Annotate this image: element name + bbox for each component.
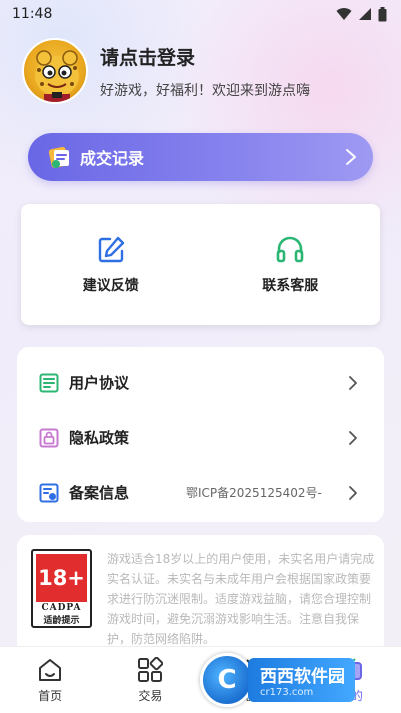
- profile-text[interactable]: 请点击登录 好游戏，好福利！欢迎来到游点嗨: [100, 43, 310, 100]
- menu-item-label: 用户协议: [69, 374, 130, 392]
- trade-records-icon: [48, 146, 69, 168]
- home-icon: [39, 659, 62, 681]
- trade-records-label: 成交记录: [80, 149, 145, 168]
- age-notice-card: 18+ CADPA 适龄提示 游戏适合18岁以上的用户使用，未实名用户请完成实名…: [17, 535, 384, 655]
- profile-header[interactable]: 请点击登录 好游戏，好福利！欢迎来到游点嗨: [22, 38, 310, 104]
- status-icons: [336, 6, 387, 22]
- record-icon: [39, 483, 59, 502]
- age-rating-badge: 18+ CADPA 适龄提示: [31, 549, 92, 628]
- quick-actions-card: 建议反馈 联系客服: [21, 204, 380, 325]
- document-icon: [39, 373, 59, 392]
- watermark-text: 西西软件园 cr173.com: [248, 658, 355, 702]
- tab-label: 首页: [38, 689, 63, 703]
- feedback-button[interactable]: 建议反馈: [21, 204, 201, 325]
- signal-icon: [359, 8, 371, 20]
- menu-item-label: 隐私政策: [69, 429, 130, 447]
- menu-item-label: 备案信息: [69, 484, 130, 502]
- trade-records-button[interactable]: 成交记录: [28, 133, 373, 181]
- welcome-text: 好游戏，好福利！欢迎来到游点嗨: [100, 82, 310, 99]
- tab-home[interactable]: 首页: [0, 647, 100, 713]
- age-rating-org: CADPA: [41, 603, 82, 613]
- chevron-right-icon: [349, 430, 357, 445]
- chevron-right-icon: [349, 375, 357, 390]
- chevron-right-icon: [349, 485, 357, 500]
- watermark-title: 西西软件园: [260, 667, 345, 687]
- customer-service-label: 联系客服: [262, 277, 319, 294]
- battery-icon: [378, 6, 387, 21]
- avatar[interactable]: [22, 38, 88, 104]
- site-watermark: C 西西软件园 cr173.com: [200, 652, 385, 708]
- tab-trade[interactable]: 交易: [100, 647, 200, 713]
- feedback-label: 建议反馈: [82, 277, 139, 294]
- chevron-right-icon: [346, 149, 356, 165]
- wifi-icon: [336, 8, 352, 20]
- edit-icon: [98, 236, 124, 262]
- settings-menu-card: 用户协议 隐私政策 备案信息 鄂ICP备2025125402号-: [17, 347, 384, 522]
- apps-grid-icon: [138, 657, 164, 682]
- age-rating-note: 适龄提示: [43, 616, 80, 626]
- headset-icon: [276, 236, 304, 262]
- watermark-sub: cr173.com: [260, 687, 314, 698]
- menu-item-record-info[interactable]: 备案信息 鄂ICP备2025125402号-: [17, 465, 384, 520]
- login-prompt[interactable]: 请点击登录: [100, 43, 310, 70]
- customer-service-button[interactable]: 联系客服: [201, 204, 381, 325]
- status-time: 11:48: [12, 6, 53, 22]
- lock-icon: [39, 428, 59, 447]
- anti-addiction-notice: 游戏适合18岁以上的用户使用，未实名用户请完成实名认证。未实名与未成年用户会根据…: [107, 552, 375, 646]
- menu-item-user-agreement[interactable]: 用户协议: [17, 355, 384, 410]
- age-rating: 18+: [36, 554, 87, 602]
- menu-item-privacy-policy[interactable]: 隐私政策: [17, 410, 384, 465]
- avatar-mascot-icon: [35, 50, 79, 102]
- icp-record-number: 鄂ICP备2025125402号-: [186, 486, 322, 500]
- watermark-logo: C: [200, 653, 254, 707]
- tab-label: 交易: [138, 689, 163, 703]
- status-bar: 11:48: [0, 0, 401, 28]
